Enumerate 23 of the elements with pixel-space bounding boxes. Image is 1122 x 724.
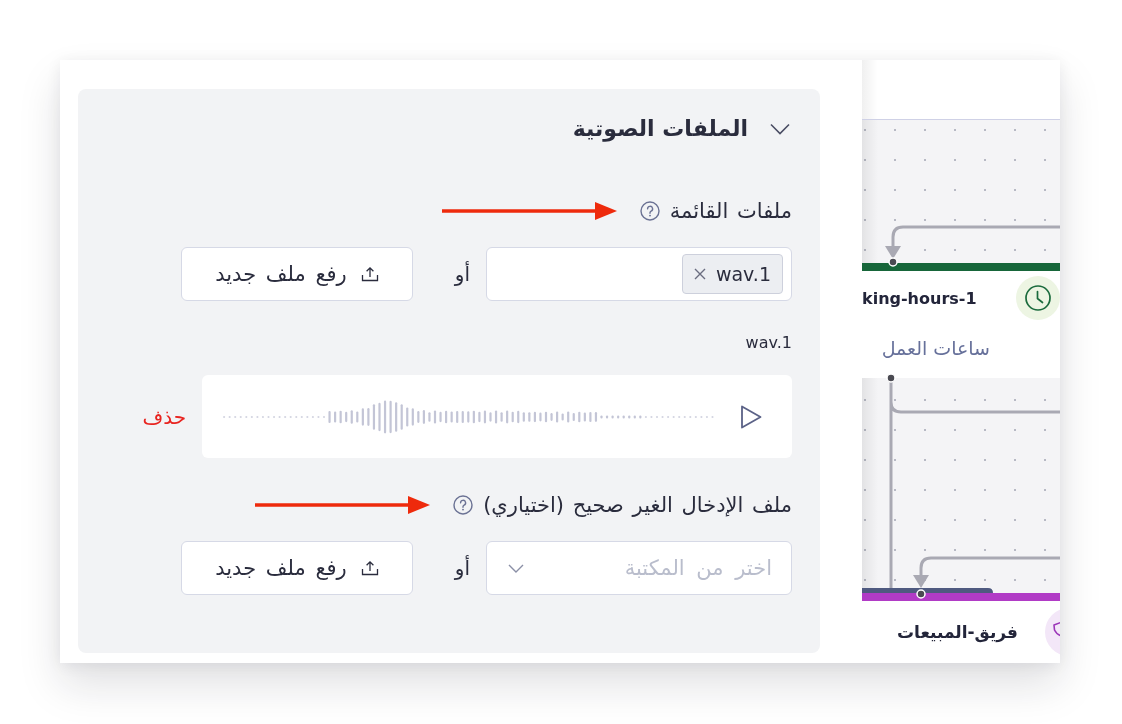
play-icon[interactable] bbox=[739, 403, 763, 430]
upload-button[interactable]: رفع ملف جديد bbox=[181, 541, 413, 595]
help-icon[interactable] bbox=[453, 495, 474, 515]
chevron-down-icon bbox=[508, 563, 524, 573]
node-title: فريق-المبيعات bbox=[896, 622, 1018, 642]
chip-label: wav.1 bbox=[715, 263, 771, 285]
upload-icon bbox=[360, 266, 379, 282]
delete-link[interactable]: حذف bbox=[142, 404, 186, 429]
flow-node[interactable]: فريق-المبيعات bbox=[862, 593, 1060, 663]
file-name: wav.1 bbox=[745, 333, 792, 352]
shield-icon bbox=[1045, 608, 1060, 656]
section-title: الملفات الصوتية bbox=[572, 115, 748, 144]
upload-button[interactable]: رفع ملف جديد bbox=[181, 247, 413, 301]
port-dot-icon bbox=[916, 589, 926, 599]
or-text: أو bbox=[454, 556, 470, 580]
close-icon[interactable] bbox=[693, 268, 706, 280]
field-label: ملف الإدخال الغير صحيح (اختياري) bbox=[483, 492, 792, 518]
upload-icon bbox=[360, 560, 379, 576]
field-label: ملفات القائمة bbox=[669, 198, 792, 224]
or-text: أو bbox=[454, 262, 470, 286]
file-input-field[interactable]: wav.1 bbox=[486, 247, 792, 301]
chevron-down-icon[interactable] bbox=[770, 123, 790, 135]
help-icon[interactable] bbox=[639, 201, 660, 221]
